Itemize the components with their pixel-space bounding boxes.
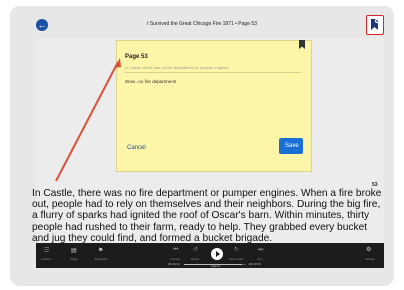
pages-label: Pages [70, 258, 78, 261]
contents-label: Contents [40, 258, 51, 261]
elapsed-time: 00:46:12 [168, 262, 180, 266]
settings-label: Settings [365, 258, 375, 261]
page-indicator: Page 53 [211, 265, 221, 268]
skip-back-icon: ⏮ [173, 247, 179, 253]
fast-forward-button[interactable]: ↻ [234, 246, 239, 253]
play-button[interactable] [211, 248, 223, 260]
rewind-icon: ↺ [193, 247, 199, 253]
playback-bar: ☰ Contents ▤ Pages ⚑ Bookmarks ⏮ Previou… [36, 243, 384, 268]
bookmarks-label: Bookmarks [94, 258, 108, 261]
page-icon: ▤ [71, 248, 77, 254]
next-button[interactable]: ⏭ [258, 247, 263, 254]
skip-forward-icon: ⏭ [258, 247, 264, 253]
fast-forward-label: Fast forward [229, 258, 243, 261]
bookmark-icon: ⚑ [98, 248, 104, 254]
previous-button[interactable]: ⏮ [173, 247, 178, 254]
next-label: Next [257, 258, 263, 261]
settings-button[interactable]: ⚙ [366, 246, 371, 253]
remaining-time: -00:03:36 [248, 262, 261, 266]
contents-button[interactable]: ☰ [44, 247, 49, 254]
rewind-label: Rewind [190, 258, 200, 261]
previous-label: Previous [170, 258, 180, 261]
reader-window: ← I Survived the Great Chicago Fire 1871… [10, 6, 394, 286]
pages-button[interactable]: ▤ [71, 247, 77, 254]
bookmarks-button[interactable]: ⚑ [98, 247, 103, 254]
rewind-button[interactable]: ↺ [193, 246, 198, 253]
fast-forward-icon: ↻ [234, 247, 240, 253]
list-icon: ☰ [44, 248, 50, 254]
gear-icon: ⚙ [366, 247, 372, 253]
